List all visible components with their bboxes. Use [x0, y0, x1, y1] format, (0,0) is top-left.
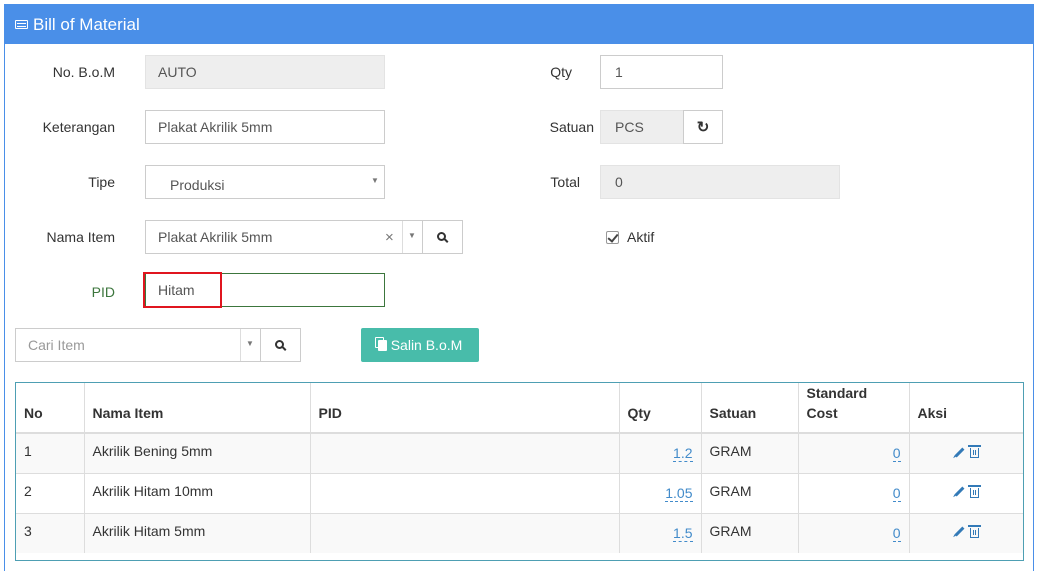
cell-pid: [309, 472, 619, 513]
nama-item-value: Plakat Akrilik 5mm: [158, 229, 273, 245]
select-divider: [402, 221, 403, 253]
trash-icon[interactable]: [967, 484, 981, 498]
satuan-label: Satuan: [549, 119, 594, 135]
total-label: Total: [550, 174, 580, 190]
total-field: 0: [600, 165, 840, 199]
table-header-row: No Nama Item PID Qty Satuan Standard Cost…: [16, 383, 1023, 434]
trash-icon[interactable]: [967, 524, 981, 538]
col-aksi: Aksi: [908, 383, 1023, 434]
select-divider: [240, 329, 241, 361]
cell-nama-item: Akrilik Bening 5mm: [83, 432, 310, 473]
pencil-icon[interactable]: [954, 526, 965, 537]
keterangan-value: Plakat Akrilik 5mm: [158, 119, 273, 135]
nama-item-search-button[interactable]: [422, 220, 463, 254]
no-bom-label: No. B.o.M: [52, 64, 115, 80]
qty-editable[interactable]: 1.2: [673, 446, 693, 462]
salin-bom-button[interactable]: Salin B.o.M: [361, 328, 479, 362]
satuan-field: PCS: [600, 110, 684, 144]
pencil-icon[interactable]: [954, 486, 965, 497]
qty-value: 1: [615, 64, 623, 80]
tipe-select[interactable]: Produksi: [145, 165, 385, 199]
chevron-down-icon[interactable]: ▼: [408, 231, 416, 240]
chevron-down-icon[interactable]: ▼: [246, 339, 254, 348]
cell-aksi: [908, 472, 1023, 513]
nama-item-label: Nama Item: [46, 229, 115, 245]
clear-icon[interactable]: ×: [385, 229, 394, 246]
col-no: No: [16, 383, 84, 434]
pid-highlight-box: [143, 272, 222, 308]
cell-satuan: GRAM: [700, 472, 798, 513]
cell-cost: 0: [797, 472, 909, 513]
col-nama-item: Nama Item: [83, 383, 310, 434]
keterangan-input[interactable]: Plakat Akrilik 5mm: [145, 110, 385, 144]
table-row: 1 Akrilik Bening 5mm 1.2 GRAM 0: [16, 432, 1023, 473]
panel-title: Bill of Material: [33, 14, 140, 34]
total-value: 0: [615, 174, 623, 190]
search-icon: [437, 231, 446, 241]
col-standard-cost-line1: Standard: [806, 385, 868, 401]
cell-no: 2: [16, 472, 84, 513]
cost-editable[interactable]: 0: [892, 446, 901, 462]
no-bom-field: AUTO: [145, 55, 385, 89]
cari-item-placeholder: Cari Item: [28, 337, 85, 353]
refresh-icon: ↻: [696, 119, 710, 136]
search-icon: [275, 339, 284, 349]
cari-item-search-button[interactable]: [260, 328, 301, 362]
tipe-label: Tipe: [88, 174, 115, 190]
cell-cost: 0: [797, 432, 909, 473]
col-standard-cost: Standard Cost: [797, 383, 909, 434]
qty-input[interactable]: 1: [600, 55, 723, 89]
table-row: 3 Akrilik Hitam 5mm 1.5 GRAM 0: [16, 512, 1023, 553]
cell-satuan: GRAM: [700, 512, 798, 553]
tipe-value: Produksi: [170, 177, 225, 193]
qty-label: Qty: [550, 64, 572, 80]
cari-item-select[interactable]: Cari Item: [15, 328, 261, 362]
chevron-down-icon: ▼: [371, 176, 379, 185]
cell-no: 1: [16, 432, 84, 473]
aktif-checkbox[interactable]: [606, 231, 619, 244]
cost-editable[interactable]: 0: [892, 485, 901, 502]
keterangan-label: Keterangan: [42, 119, 115, 135]
qty-editable[interactable]: 1.05: [665, 485, 693, 502]
col-qty: Qty: [618, 383, 701, 434]
cell-nama-item: Akrilik Hitam 5mm: [83, 512, 310, 553]
cell-aksi: [908, 432, 1023, 473]
table-row: 2 Akrilik Hitam 10mm 1.05 GRAM 0: [16, 472, 1023, 513]
refresh-satuan-button[interactable]: ↻: [683, 110, 723, 144]
cell-pid: [309, 432, 619, 473]
nama-item-select[interactable]: Plakat Akrilik 5mm: [145, 220, 423, 254]
panel-header: Bill of Material: [5, 5, 1033, 44]
list-alt-icon: [15, 20, 28, 29]
col-standard-cost-line2: Cost: [806, 405, 838, 421]
trash-icon[interactable]: [967, 445, 981, 459]
col-pid: PID: [309, 383, 619, 434]
cell-qty: 1.2: [618, 432, 701, 473]
copy-icon: [374, 336, 387, 351]
cell-satuan: GRAM: [700, 432, 798, 473]
qty-editable[interactable]: 1.5: [673, 525, 693, 542]
no-bom-value: AUTO: [158, 64, 197, 80]
salin-bom-label: Salin B.o.M: [390, 337, 463, 353]
cell-qty: 1.05: [618, 472, 701, 513]
cell-no: 3: [16, 512, 84, 553]
satuan-value: PCS: [615, 119, 644, 135]
cell-qty: 1.5: [618, 512, 701, 553]
aktif-label: Aktif: [627, 229, 655, 245]
col-satuan: Satuan: [700, 383, 798, 434]
pencil-icon[interactable]: [954, 447, 965, 458]
bom-table: No Nama Item PID Qty Satuan Standard Cost…: [15, 382, 1024, 561]
cell-nama-item: Akrilik Hitam 10mm: [83, 472, 310, 513]
cell-cost: 0: [797, 512, 909, 553]
pid-label: PID: [91, 284, 115, 300]
cell-aksi: [908, 512, 1023, 553]
cell-pid: [309, 512, 619, 553]
cost-editable[interactable]: 0: [892, 525, 901, 542]
